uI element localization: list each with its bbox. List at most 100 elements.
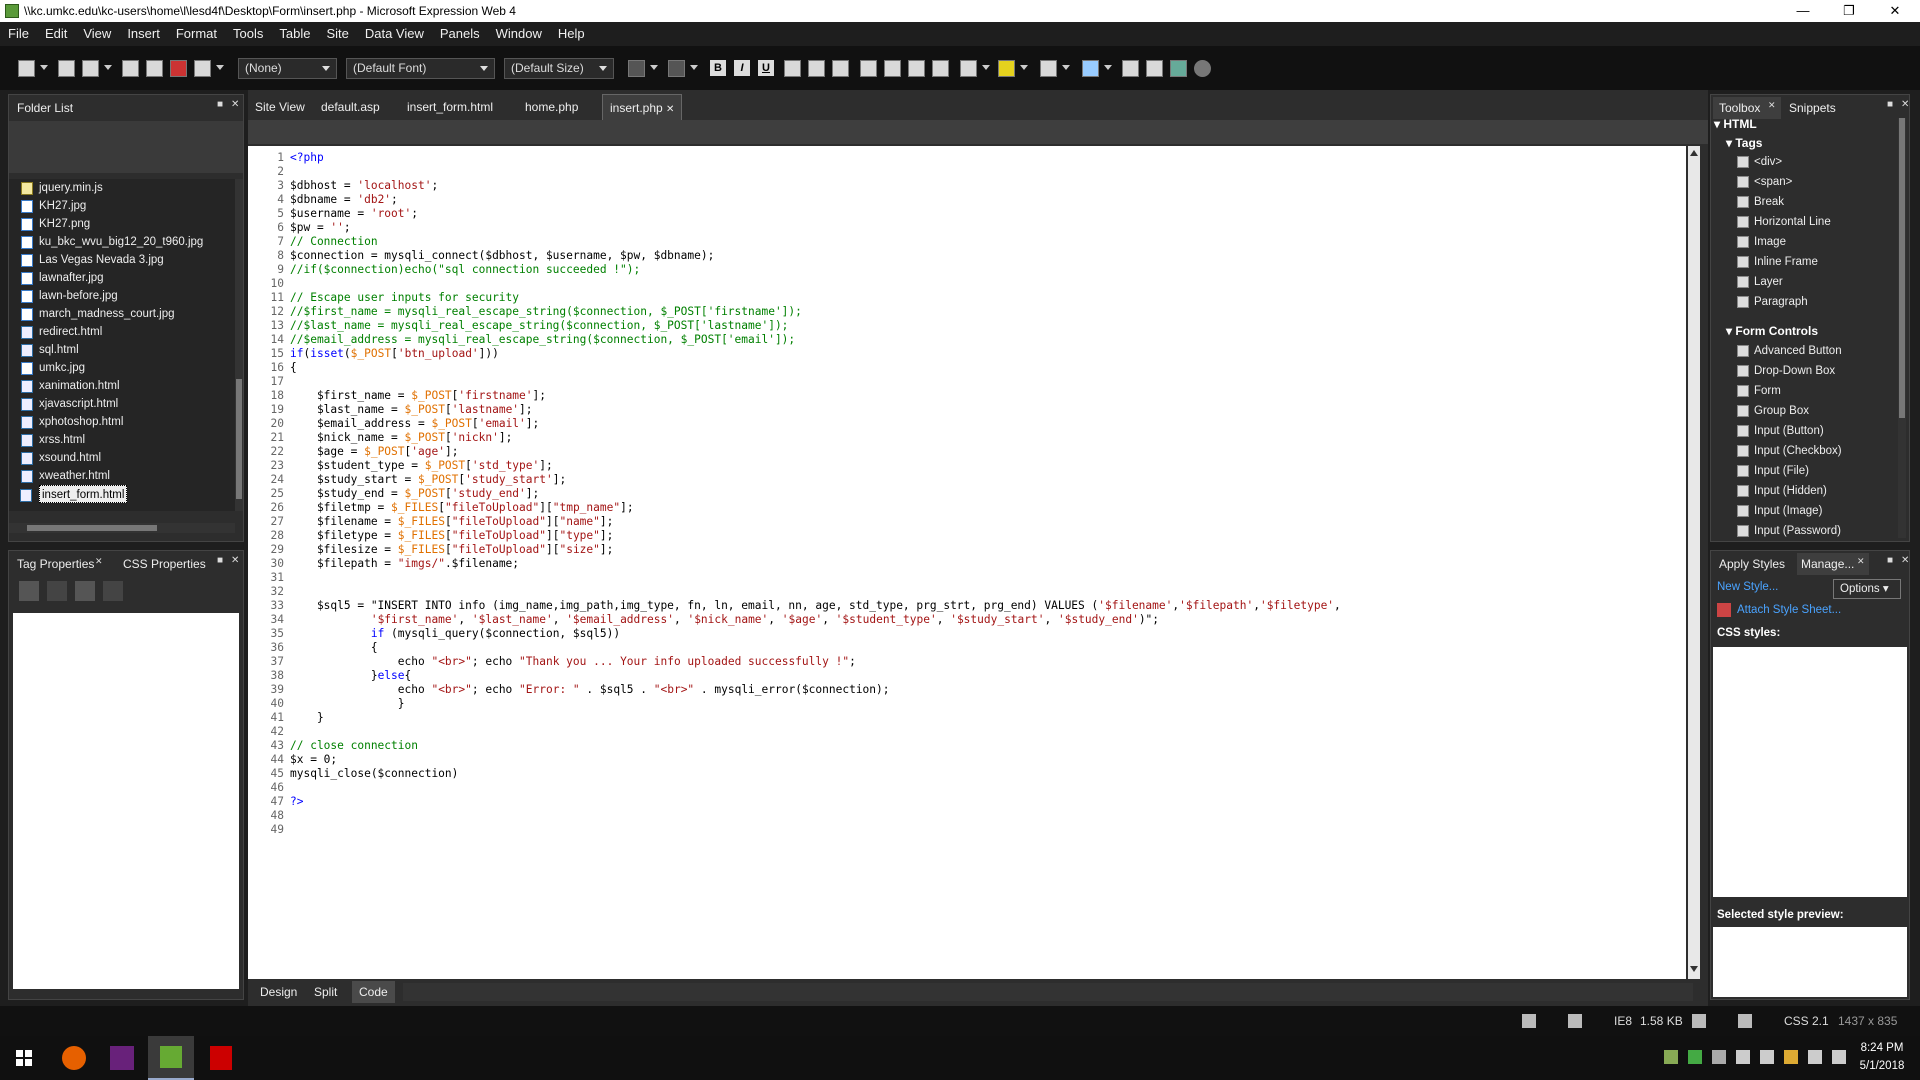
code-line[interactable]: $pw = ''; xyxy=(290,221,351,234)
menu-view[interactable]: View xyxy=(75,22,119,46)
code-line[interactable]: $nick_name = $_POST['nickn']; xyxy=(290,431,512,444)
tab-snippets[interactable]: Snippets xyxy=(1789,97,1836,119)
menu-panels[interactable]: Panels xyxy=(432,22,488,46)
code-line[interactable]: $dbhost = 'localhost'; xyxy=(290,179,438,192)
file-item[interactable]: xanimation.html xyxy=(21,377,120,395)
toolbox-input-file[interactable]: Input (File) xyxy=(1737,461,1809,481)
toolbox-form[interactable]: Form xyxy=(1737,381,1781,401)
visual-studio-icon[interactable] xyxy=(110,1046,134,1070)
close-icon[interactable]: ✕ xyxy=(95,556,105,566)
windows-start-icon[interactable] xyxy=(16,1050,32,1066)
code-line[interactable]: <?php xyxy=(290,151,324,164)
code-line[interactable]: } xyxy=(290,697,405,710)
pin-icon[interactable]: ■ xyxy=(1887,556,1897,566)
page-dimensions[interactable]: 1437 x 835 xyxy=(1838,1014,1897,1028)
hyperlink-icon[interactable] xyxy=(1170,60,1187,77)
toolbox-input-password[interactable]: Input (Password) xyxy=(1737,521,1841,541)
save-icon[interactable] xyxy=(122,60,139,77)
save-all-icon[interactable] xyxy=(146,60,163,77)
menu-table[interactable]: Table xyxy=(271,22,318,46)
file-item[interactable]: xjavascript.html xyxy=(21,395,118,413)
code-line[interactable]: $dbname = 'db2'; xyxy=(290,193,398,206)
tags-group[interactable]: ▾ Tags xyxy=(1726,133,1762,153)
visual-aids-icon[interactable] xyxy=(1568,1014,1582,1028)
view-split[interactable]: Split xyxy=(310,983,341,1001)
restore-button[interactable]: ❐ xyxy=(1826,0,1872,22)
tray-icon[interactable] xyxy=(1664,1050,1678,1064)
menu-file[interactable]: File xyxy=(0,22,37,46)
toolbox-input-hidden[interactable]: Input (Hidden) xyxy=(1737,481,1827,501)
attach-style-sheet-link[interactable]: Attach Style Sheet... xyxy=(1737,604,1841,616)
toolbox-div[interactable]: <div> xyxy=(1737,152,1782,172)
toolbox-span[interactable]: <span> xyxy=(1737,172,1792,192)
toolbox-image[interactable]: Image xyxy=(1737,232,1786,252)
code-line[interactable]: $filetype = $_FILES["fileToUpload"]["typ… xyxy=(290,529,613,542)
code-line[interactable]: $email_address = $_POST['email']; xyxy=(290,417,539,430)
browser-target[interactable]: IE8 xyxy=(1614,1014,1632,1028)
close-icon[interactable]: ✕ xyxy=(1768,100,1778,110)
clock-date[interactable]: 5/1/2018 xyxy=(1856,1060,1908,1072)
file-item[interactable]: lawnafter.jpg xyxy=(21,269,104,287)
bullet-list-icon[interactable] xyxy=(884,60,901,77)
view-design[interactable]: Design xyxy=(256,983,301,1001)
tab-insert-form[interactable]: insert_form.html xyxy=(400,94,501,120)
code-line[interactable]: { xyxy=(290,361,297,374)
code-line[interactable]: $username = 'root'; xyxy=(290,207,418,220)
size-select[interactable]: (Default Size) xyxy=(504,58,614,79)
tray-icon[interactable] xyxy=(1760,1050,1774,1064)
code-line[interactable]: // close connection xyxy=(290,739,418,752)
code-line[interactable]: if (mysqli_query($connection, $sql5)) xyxy=(290,627,620,640)
file-item[interactable]: ku_bkc_wvu_big12_20_t960.jpg xyxy=(21,233,203,251)
options-dropdown[interactable]: Options ▾ xyxy=(1833,579,1901,599)
code-scrollbar[interactable] xyxy=(1688,146,1700,979)
css-version[interactable]: CSS 2.1 xyxy=(1784,1014,1829,1028)
code-line[interactable]: // Escape user inputs for security xyxy=(290,291,519,304)
menu-window[interactable]: Window xyxy=(488,22,550,46)
borders-icon[interactable] xyxy=(960,60,977,77)
redo-icon[interactable] xyxy=(668,60,685,77)
code-line[interactable]: //if($connection)echo("sql connection su… xyxy=(290,263,640,276)
shield-icon[interactable] xyxy=(1736,1050,1750,1064)
file-item[interactable]: xphotoshop.html xyxy=(21,413,123,431)
toolbox-input-checkbox[interactable]: Input (Checkbox) xyxy=(1737,441,1842,461)
html-group[interactable]: ▾ HTML xyxy=(1714,114,1757,134)
highlight-icon[interactable] xyxy=(998,60,1015,77)
tray-icon[interactable] xyxy=(1784,1050,1798,1064)
decrease-indent-icon[interactable] xyxy=(908,60,925,77)
tab-tag-properties[interactable]: Tag Properties xyxy=(17,553,94,575)
new-style-link[interactable]: New Style... xyxy=(1717,581,1778,593)
expression-web-taskbar-icon[interactable] xyxy=(160,1046,182,1068)
file-item[interactable]: jquery.min.js xyxy=(21,179,103,197)
align-center-icon[interactable] xyxy=(808,60,825,77)
toolbox-input-image[interactable]: Input (Image) xyxy=(1737,501,1822,521)
style-select[interactable]: (None) xyxy=(238,58,337,79)
file-item[interactable]: umkc.jpg xyxy=(21,359,85,377)
code-line[interactable]: $last_name = $_POST['lastname']; xyxy=(290,403,533,416)
toolbox-advanced-button[interactable]: Advanced Button xyxy=(1737,341,1842,361)
show-set-icon[interactable] xyxy=(75,581,95,601)
tray-icon[interactable] xyxy=(1712,1050,1726,1064)
css-styles-list[interactable] xyxy=(1713,647,1907,897)
align-right-icon[interactable] xyxy=(832,60,849,77)
code-line[interactable]: $study_end = $_POST['study_end']; xyxy=(290,487,539,500)
code-line[interactable]: $student_type = $_POST['std_type']; xyxy=(290,459,553,472)
close-icon[interactable]: ✕ xyxy=(231,100,241,110)
file-item[interactable]: redirect.html xyxy=(21,323,102,341)
toolbox-paragraph[interactable]: Paragraph xyxy=(1737,292,1808,312)
preview-icon[interactable] xyxy=(194,60,211,77)
tab-site-view[interactable]: Site View xyxy=(248,94,312,120)
firefox-icon[interactable] xyxy=(62,1046,86,1070)
menu-insert[interactable]: Insert xyxy=(119,22,168,46)
html-compat-icon[interactable] xyxy=(1522,1014,1536,1028)
toolbox-layer[interactable]: Layer xyxy=(1737,272,1783,292)
tab-css-properties[interactable]: CSS Properties xyxy=(123,553,206,575)
minimize-button[interactable]: — xyxy=(1780,0,1826,22)
font-color-icon[interactable] xyxy=(1040,60,1057,77)
tab-manage-styles[interactable]: Manage... xyxy=(1801,553,1854,575)
file-item-selected[interactable]: insert_form.html xyxy=(20,485,128,503)
scrollbar-horizontal[interactable] xyxy=(9,523,235,533)
code-line[interactable]: $connection = mysqli_connect($dbhost, $u… xyxy=(290,249,714,262)
file-item[interactable]: xweather.html xyxy=(21,467,110,485)
picture-icon[interactable] xyxy=(1146,60,1163,77)
pin-icon[interactable]: ■ xyxy=(1887,100,1897,110)
